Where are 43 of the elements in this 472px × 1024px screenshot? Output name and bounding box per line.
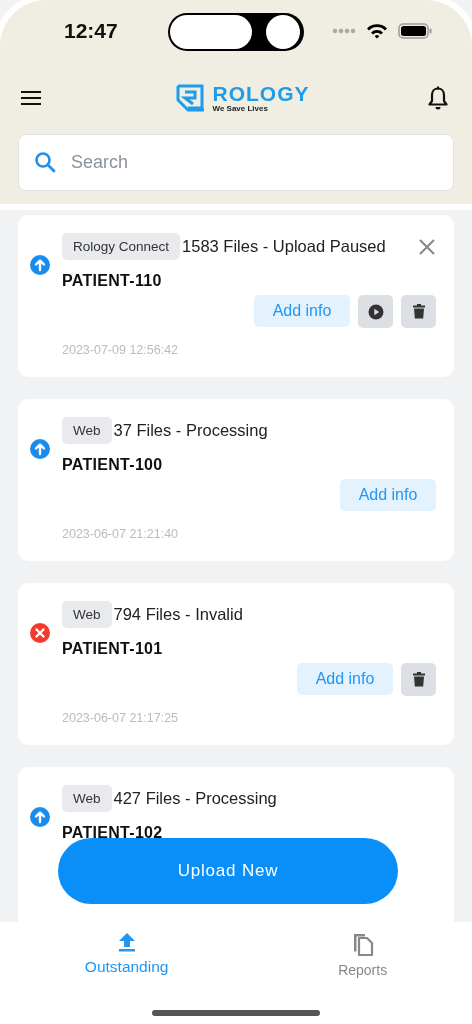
upload-date: 2023-07-09 12:56:42: [62, 343, 180, 357]
upload-summary: 37 Files - Processing: [113, 421, 269, 440]
upload-new-button[interactable]: Upload New: [58, 838, 398, 904]
source-tag: Web: [62, 601, 112, 628]
menu-icon[interactable]: [20, 90, 42, 106]
bell-icon[interactable]: [428, 86, 448, 110]
source-tag: Web: [62, 785, 112, 812]
patient-id: PATIENT-110: [62, 272, 163, 290]
trash-icon: [412, 304, 425, 319]
trash-icon: [412, 672, 425, 687]
battery-icon: [398, 23, 432, 39]
upload-summary: 794 Files - Invalid: [113, 605, 244, 624]
upload-summary: 1583 Files - Upload Paused: [182, 237, 387, 256]
delete-button[interactable]: [401, 663, 436, 696]
patient-id: PATIENT-100: [62, 456, 164, 474]
nav-tab[interactable]: Reports: [326, 932, 400, 978]
add-info-button[interactable]: Add info: [297, 663, 393, 695]
source-tag: Web: [62, 417, 112, 444]
upload-card[interactable]: Web 794 Files - Invalid PATIENT-101 Add info 2023-06-07 21:17:25: [18, 583, 454, 745]
add-info-button[interactable]: Add info: [340, 479, 436, 511]
logo-name: ROLOGY: [212, 83, 310, 104]
play-button[interactable]: [358, 295, 393, 328]
documents-icon: [351, 932, 374, 956]
upload-summary: 427 Files - Processing: [113, 789, 278, 808]
source-tag: Rology Connect: [62, 233, 181, 260]
search-field[interactable]: Search: [18, 134, 454, 191]
nav-tab[interactable]: Outstanding: [72, 932, 181, 978]
status-time: 12:47: [64, 19, 118, 43]
patient-id: PATIENT-101: [62, 640, 164, 658]
add-info-button[interactable]: Add info: [254, 295, 350, 327]
search-icon: [34, 151, 56, 173]
upload-card[interactable]: Rology Connect 1583 Files - Upload Paused PATIENT-110 Add info 2023-07-09 12:56:42: [18, 215, 454, 377]
upload-card[interactable]: Web 37 Files - Processing PATIENT-100 Add info 2023-06-07 21:21:40: [18, 399, 454, 561]
delete-button[interactable]: [401, 295, 436, 328]
upload-date: 2023-06-07 21:17:25: [62, 711, 180, 725]
play-icon: [367, 303, 384, 320]
upload-icon: [116, 932, 137, 952]
close-icon[interactable]: [418, 237, 436, 256]
logo-tagline: We Save Lives: [212, 105, 269, 113]
logo-mark-icon: [176, 84, 207, 112]
upload-date: 2023-06-07 21:21:40: [62, 527, 180, 541]
wifi-icon: [366, 23, 388, 39]
signal-icon: [332, 28, 356, 34]
